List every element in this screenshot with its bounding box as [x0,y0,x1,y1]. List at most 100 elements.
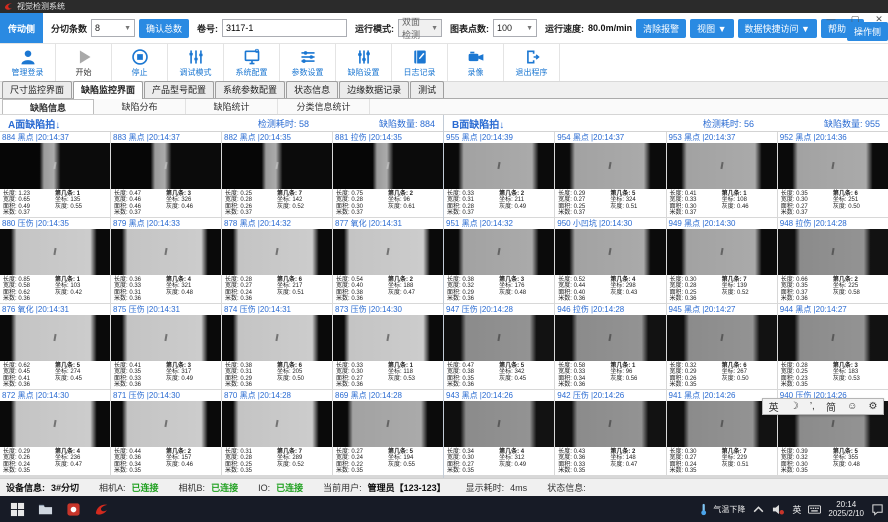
defect-card[interactable]: 873 压伤 |20:14:30长度: 0.33宽度: 0.30面积: 0.27… [333,304,443,389]
tab-1[interactable]: 尺寸监控界面 [2,81,72,98]
tab-4[interactable]: 系统参数配置 [215,81,285,98]
info-line: 米数: 0.35 [336,468,388,475]
defect-image [333,143,443,189]
defect-card[interactable]: 871 压伤 |20:14:30长度: 0.44宽度: 0.36面积: 0.34… [111,390,221,475]
start-button[interactable] [4,497,30,521]
action-sliders-v-button[interactable]: 缺陷设置 [336,44,392,81]
defect-card[interactable]: 869 黑点 |20:14:28长度: 0.27宽度: 0.24面积: 0.22… [333,390,443,475]
slit-count-select[interactable]: 8 ▼ [91,19,135,37]
clear-alarm-button[interactable]: 清除报警 [636,19,686,38]
subtab-2[interactable]: 缺陷分布 [94,99,186,114]
defect-card-header: 948 拉伤 |20:14:28 [778,218,888,229]
confirm-total-button[interactable]: 确认总数 [139,19,189,38]
defect-card[interactable]: 949 黑点 |20:14:30长度: 0.30宽度: 0.28面积: 0.25… [667,218,777,303]
tab-3[interactable]: 产品型号配置 [144,81,214,98]
view-menu-button[interactable]: 视图 ▼ [690,19,733,38]
defect-card[interactable]: 945 黑点 |20:14:27长度: 0.32宽度: 0.29面积: 0.26… [667,304,777,389]
info-line: 米数: 0.36 [447,296,499,303]
action-debug-button[interactable]: 调试模式 [168,44,224,81]
defect-card[interactable]: 872 黑点 |20:14:30长度: 0.29宽度: 0.26面积: 0.24… [0,390,110,475]
defect-card[interactable]: 875 压伤 |20:14:31长度: 0.41宽度: 0.35面积: 0.33… [111,304,221,389]
roll-number-input[interactable] [222,19,347,37]
subtab-1[interactable]: 缺陷信息 [2,99,94,114]
subtab-3[interactable]: 缺陷统计 [186,99,278,114]
ime-lang-mode[interactable]: 英 [769,399,779,414]
info-line: 灰度: 0.58 [833,290,885,297]
info-line: 米数: 0.35 [114,468,166,475]
ime-fullhalf-moon-icon[interactable]: ☽ [790,401,799,412]
clock-widget[interactable]: 20:14 2025/2/10 [828,500,864,518]
volume-muted-icon[interactable] [772,503,785,516]
data-quick-access-button[interactable]: 数据快捷访问 ▼ [738,19,817,38]
defect-image [111,143,221,189]
weather-widget[interactable]: 气温下降 [697,503,745,516]
defect-card[interactable]: 881 拉伤 |20:14:35长度: 0.75宽度: 0.28面积: 0.30… [333,132,443,217]
keyboard-icon[interactable] [808,503,821,516]
notification-center-icon[interactable] [871,503,884,516]
action-log-button[interactable]: 日志记录 [392,44,448,81]
defect-card[interactable]: 953 黑点 |20:14:37长度: 0.41宽度: 0.33面积: 0.30… [667,132,777,217]
action-label: 参数设置 [292,67,324,78]
defect-card[interactable]: 944 黑点 |20:14:27长度: 0.28宽度: 0.25面积: 0.23… [778,304,888,389]
subtab-4[interactable]: 分类信息统计 [278,99,370,114]
action-user-button[interactable]: 管理登录 [0,44,56,81]
defect-card[interactable]: 950 小凹坑 |20:14:30长度: 0.52宽度: 0.44面积: 0.4… [555,218,665,303]
defect-card[interactable]: 952 黑点 |20:14:36长度: 0.35宽度: 0.30面积: 0.27… [778,132,888,217]
defect-card[interactable]: 951 黑点 |20:14:32长度: 0.38宽度: 0.32面积: 0.29… [444,218,554,303]
defect-info: 长度: 0.47宽度: 0.38面积: 0.35米数: 0.36第几条: 5坐标… [444,361,554,389]
ime-simplified-mode[interactable]: 简 [826,399,836,414]
defect-card[interactable]: 878 黑点 |20:14:32长度: 0.28宽度: 0.27面积: 0.24… [222,218,332,303]
defect-card[interactable]: 948 拉伤 |20:14:28长度: 0.66宽度: 0.35面积: 0.37… [778,218,888,303]
defect-card[interactable]: 882 黑点 |20:14:35长度: 0.25宽度: 0.28面积: 0.26… [222,132,332,217]
defect-card[interactable]: 942 压伤 |20:14:26长度: 0.43宽度: 0.36面积: 0.33… [555,390,665,475]
defect-info: 长度: 0.47宽度: 0.46面积: 0.46米数: 0.37第几条: 3坐标… [111,189,221,217]
language-indicator[interactable]: 英 [792,503,801,516]
ime-punctuation-icon[interactable]: ’, [810,401,815,412]
info-line: 坐标: 96 [610,369,662,376]
tab-2[interactable]: 缺陷监控界面 [73,81,143,99]
ime-emoji-icon[interactable]: ☺ [847,401,857,412]
defect-info: 长度: 0.38宽度: 0.32面积: 0.29米数: 0.36第几条: 3坐标… [444,275,554,303]
defect-card-header: 944 黑点 |20:14:27 [778,304,888,315]
defect-card[interactable]: 876 氧化 |20:14:31长度: 0.62宽度: 0.45面积: 0.41… [0,304,110,389]
defect-card[interactable]: 884 黑点 |20:14:37长度: 1.23宽度: 0.65面积: 0.49… [0,132,110,217]
defect-card[interactable]: 941 黑点 |20:14:26长度: 0.30宽度: 0.27面积: 0.24… [667,390,777,475]
detect-time-label: 检测耗时: [703,119,744,129]
tab-7[interactable]: 测试 [410,81,444,98]
defect-card[interactable]: 870 黑点 |20:14:28长度: 0.31宽度: 0.28面积: 0.25… [222,390,332,475]
operator-side-button[interactable]: 操作侧 [847,22,888,41]
defect-card[interactable]: 946 拉伤 |20:14:28长度: 0.58宽度: 0.33面积: 0.34… [555,304,665,389]
file-explorer-icon[interactable] [32,497,58,521]
drive-side-button[interactable]: 传动侧 [0,13,43,43]
tab-6[interactable]: 边缘数据记录 [339,81,409,98]
defect-card[interactable]: 879 黑点 |20:14:33长度: 0.36宽度: 0.33面积: 0.31… [111,218,221,303]
defect-card[interactable]: 877 氧化 |20:14:31长度: 0.54宽度: 0.40面积: 0.38… [333,218,443,303]
chart-points-select[interactable]: 100 ▼ [493,19,537,37]
defect-card[interactable]: 874 压伤 |20:14:31长度: 0.38宽度: 0.31面积: 0.29… [222,304,332,389]
action-camera-button[interactable]: 录像 [448,44,504,81]
action-play-button[interactable]: 开始 [56,44,112,81]
defect-card[interactable]: 947 压伤 |20:14:28长度: 0.47宽度: 0.38面积: 0.35… [444,304,554,389]
defect-card[interactable]: 883 黑点 |20:14:37长度: 0.47宽度: 0.46面积: 0.46… [111,132,221,217]
action-stop-button[interactable]: 停止 [112,44,168,81]
defect-card[interactable]: 954 黑点 |20:14:37长度: 0.29宽度: 0.27面积: 0.25… [555,132,665,217]
tray-expand-icon[interactable] [752,503,765,516]
defect-image [667,143,777,189]
defect-card[interactable]: 880 压伤 |20:14:35长度: 0.85宽度: 0.58面积: 0.62… [0,218,110,303]
windows-taskbar: 气温下降 英 20:14 2025/2/10 [0,496,888,522]
defect-card-header: 881 拉伤 |20:14:35 [333,132,443,143]
action-exit-button[interactable]: 退出程序 [504,44,560,81]
panel-title[interactable]: B面缺陷拍↓ [452,116,504,131]
tab-5[interactable]: 状态信息 [286,81,338,98]
defect-card[interactable]: 955 黑点 |20:14:39长度: 0.33宽度: 0.31面积: 0.28… [444,132,554,217]
minimize-button[interactable]: — [824,14,838,25]
defect-info-left: 长度: 0.31宽度: 0.28面积: 0.25米数: 0.35 [225,449,277,475]
action-monitor-button[interactable]: 系统配置 [224,44,280,81]
app-icon-red-2[interactable] [88,497,114,521]
defect-card[interactable]: 943 黑点 |20:14:26长度: 0.34宽度: 0.30面积: 0.27… [444,390,554,475]
panel-title[interactable]: A面缺陷拍↓ [8,116,60,131]
run-mode-select[interactable]: 双面检测 ▼ [398,19,442,37]
action-sliders-h-button[interactable]: 参数设置 [280,44,336,81]
ime-settings-gear-icon[interactable]: ⚙ [868,401,877,412]
app-icon-red-1[interactable] [60,497,86,521]
